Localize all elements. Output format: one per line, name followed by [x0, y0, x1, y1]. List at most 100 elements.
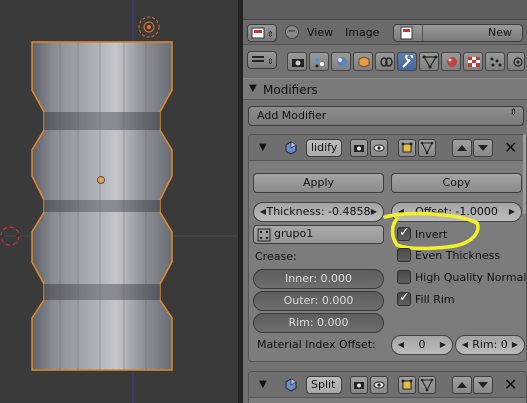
- material-index-field[interactable]: ◀ 0 ▶: [391, 335, 453, 355]
- add-modifier-dropdown[interactable]: Add Modifier ⇕: [248, 106, 524, 126]
- render-icon[interactable]: [287, 52, 307, 71]
- apply-button[interactable]: Apply: [253, 173, 384, 193]
- 3d-viewport[interactable]: [0, 0, 238, 403]
- material-icon[interactable]: [441, 52, 461, 71]
- render-toggle-icon[interactable]: [350, 376, 368, 394]
- move-up-icon[interactable]: [452, 139, 472, 157]
- thickness-field[interactable]: ◀ Thickness: -0.4858 ▶: [253, 202, 384, 222]
- lamp-icon[interactable]: [138, 16, 160, 38]
- increment-arrow-icon[interactable]: ▶: [506, 203, 518, 221]
- properties-icon: ⇕: [252, 56, 274, 66]
- image-editor-header: ⇕ − View Image New: [243, 21, 527, 45]
- physics-icon[interactable]: [507, 52, 525, 71]
- dropdown-arrows-icon: ⇕: [509, 108, 517, 118]
- high-quality-normals-label: High Quality Normals: [415, 271, 527, 284]
- world-icon[interactable]: [353, 52, 373, 71]
- decrement-arrow-icon[interactable]: ◀: [257, 203, 269, 221]
- editor-type-button[interactable]: ⇕: [247, 24, 277, 42]
- fill-rim-label: Fill Rim: [415, 293, 455, 306]
- modifiers-panel-header[interactable]: ▼ Modifiers: [243, 78, 527, 100]
- move-down-icon[interactable]: [473, 376, 493, 394]
- vertex-group-icon: [257, 228, 271, 242]
- add-modifier-label: Add Modifier: [257, 109, 327, 122]
- rim-material-index-field[interactable]: ◀ Rim: 0 ▶: [455, 335, 525, 355]
- edge-split-modifier-icon: [285, 378, 297, 392]
- panel-collapse-arrow-icon[interactable]: ▼: [249, 83, 257, 94]
- cage-mode-icon[interactable]: [418, 376, 436, 394]
- solidify-modifier: ▼ lidify ✕ Apply Copy ◀ Thickness: -0.48…: [248, 134, 527, 362]
- scene-icon[interactable]: [331, 52, 351, 71]
- image-icon: [400, 26, 413, 40]
- view-menu[interactable]: View: [307, 26, 333, 39]
- new-image-button[interactable]: New: [393, 24, 523, 42]
- offset-value: Offset: -1.0000: [415, 205, 498, 218]
- offset-field[interactable]: ◀ Offset: -1.0000 ▶: [391, 202, 522, 222]
- panel-title: Modifiers: [263, 83, 318, 97]
- edit-mode-icon[interactable]: [398, 376, 416, 394]
- top-strip: [243, 0, 527, 20]
- material-index-value: 0: [418, 338, 426, 351]
- outer-crease-field[interactable]: Outer: 0.000: [253, 291, 384, 311]
- modifier-name-field[interactable]: lidify: [306, 139, 342, 157]
- decrement-arrow-icon[interactable]: ◀: [459, 336, 471, 354]
- split-modifier: ▼ Split ✕: [248, 371, 527, 403]
- high-quality-normals-checkbox[interactable]: [397, 270, 411, 284]
- solidify-modifier-icon: [285, 141, 297, 155]
- copy-button[interactable]: Copy: [391, 173, 522, 193]
- viewport-canvas[interactable]: [0, 0, 238, 403]
- even-thickness-label: Even Thickness: [415, 249, 501, 262]
- invert-label: Invert: [415, 228, 448, 241]
- modifier-name-field[interactable]: Split: [306, 376, 342, 394]
- modifier-expand-arrow-icon[interactable]: ▼: [259, 379, 267, 390]
- image-editor-icon: ⇕: [251, 27, 274, 39]
- increment-arrow-icon[interactable]: ▶: [437, 336, 449, 354]
- wrench-icon[interactable]: [397, 52, 417, 71]
- viewport-visibility-eye-icon[interactable]: [370, 139, 388, 157]
- scrollbar[interactable]: [523, 134, 526, 214]
- render-layers-icon[interactable]: [309, 52, 329, 71]
- mesh-band: [44, 284, 160, 300]
- svg-text:⇕: ⇕: [267, 30, 274, 39]
- increment-arrow-icon[interactable]: ▶: [509, 336, 521, 354]
- constraints-icon[interactable]: [375, 52, 395, 71]
- mesh-band: [44, 200, 160, 212]
- thickness-value: Thickness: -0.4858: [266, 205, 371, 218]
- image-menu[interactable]: Image: [345, 26, 379, 39]
- modifier-expand-arrow-icon[interactable]: ▼: [259, 142, 267, 153]
- vertex-group-field[interactable]: grupo1: [253, 225, 384, 244]
- solidify-modifier-header: ▼ lidify ✕: [249, 135, 526, 161]
- invert-checkbox[interactable]: [397, 225, 411, 241]
- decrement-arrow-icon[interactable]: ◀: [395, 336, 407, 354]
- edit-mode-icon[interactable]: [398, 139, 416, 157]
- object-origin[interactable]: [97, 176, 105, 184]
- new-label: New: [488, 26, 512, 39]
- particles-icon[interactable]: [485, 52, 505, 71]
- rim-crease-field[interactable]: Rim: 0.000: [253, 313, 384, 333]
- props-editor-type-button[interactable]: ⇕: [247, 51, 277, 69]
- remove-modifier-close-icon[interactable]: ✕: [504, 375, 517, 394]
- vertex-group-name: grupo1: [274, 227, 314, 240]
- properties-editor: ⇕ − View Image New ⇕ ▼ Modifiers Add Mod…: [243, 0, 527, 403]
- rim-index-value: Rim: 0: [472, 338, 508, 351]
- crease-label: Crease:: [255, 250, 297, 263]
- split-modifier-header: ▼ Split ✕: [249, 372, 526, 398]
- increment-arrow-icon[interactable]: ▶: [368, 203, 380, 221]
- move-up-icon[interactable]: [452, 376, 472, 394]
- cage-mode-icon[interactable]: [418, 139, 436, 157]
- viewport-visibility-eye-icon[interactable]: [370, 376, 388, 394]
- move-down-icon[interactable]: [473, 139, 493, 157]
- context-tabs: ⇕: [243, 49, 527, 73]
- render-toggle-icon[interactable]: [350, 139, 368, 157]
- inner-crease-field[interactable]: Inner: 0.000: [253, 269, 384, 289]
- texture-icon[interactable]: [463, 52, 483, 71]
- data-icon[interactable]: [419, 52, 439, 71]
- separator: [422, 25, 423, 41]
- remove-modifier-close-icon[interactable]: ✕: [504, 138, 517, 157]
- decrement-arrow-icon[interactable]: ◀: [395, 203, 407, 221]
- fill-rim-checkbox[interactable]: [397, 290, 411, 306]
- even-thickness-checkbox[interactable]: [397, 248, 411, 262]
- mesh-band: [44, 112, 160, 130]
- collapse-menu-icon[interactable]: −: [285, 25, 299, 39]
- svg-text:⇕: ⇕: [267, 57, 274, 66]
- material-index-offset-label: Material Index Offset:: [257, 338, 376, 351]
